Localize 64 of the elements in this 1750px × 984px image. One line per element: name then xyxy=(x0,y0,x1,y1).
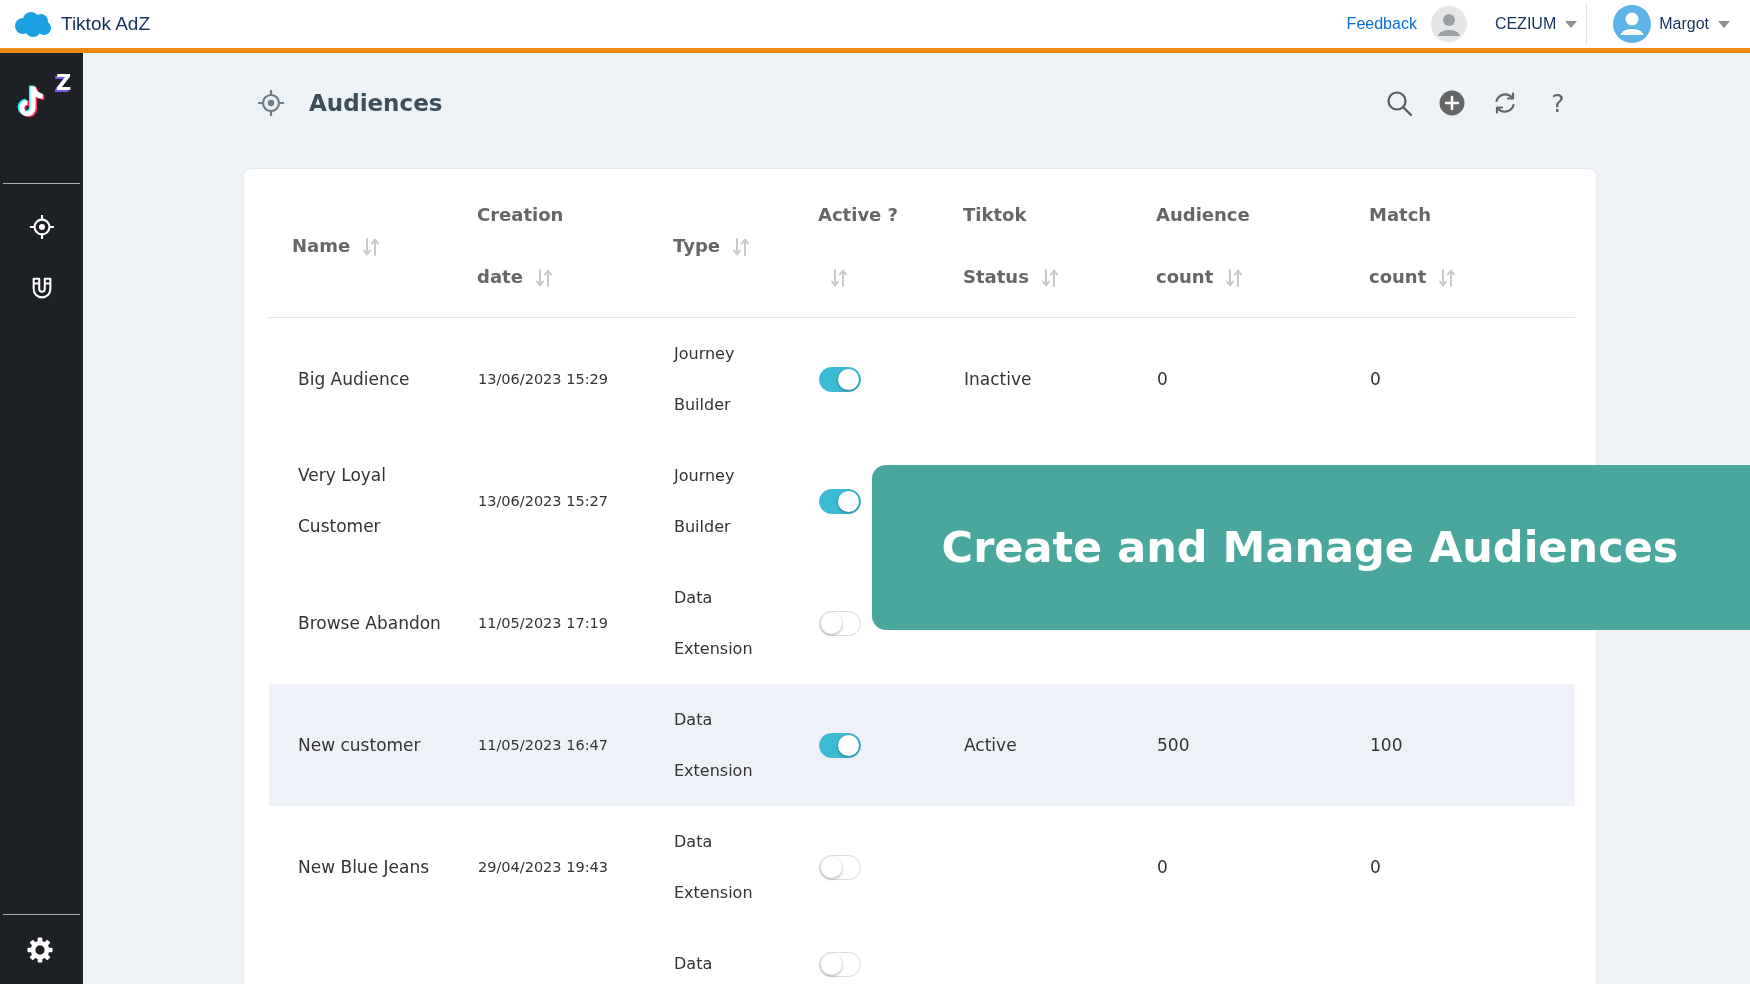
sort-icon[interactable] xyxy=(1439,268,1456,288)
sort-icon[interactable] xyxy=(1041,268,1058,288)
search-icon[interactable] xyxy=(1386,90,1412,116)
creation-date: 29/04/2023 19:43 xyxy=(478,858,608,875)
caret-icon[interactable] xyxy=(1717,19,1731,29)
column-header[interactable]: Name xyxy=(292,215,380,277)
audience-type: Data Extension xyxy=(674,587,753,660)
creation-date: 11/05/2023 17:19 xyxy=(478,614,608,631)
creation-date: 13/06/2023 15:29 xyxy=(478,370,608,387)
column-header[interactable]: Audience count xyxy=(1156,184,1286,308)
settings-icon[interactable] xyxy=(26,937,53,963)
audience-count: 500 xyxy=(1157,734,1190,755)
refresh-icon[interactable] xyxy=(1492,90,1518,116)
toggle-switch[interactable] xyxy=(819,611,861,636)
match-count: 0 xyxy=(1370,368,1381,389)
org-name[interactable]: CEZIUM xyxy=(1490,12,1557,36)
audience-name: Big Audience xyxy=(298,367,410,391)
column-header[interactable]: Tiktok Status xyxy=(963,184,1073,308)
help-button[interactable]: ? xyxy=(1545,90,1571,116)
status-text: Active xyxy=(964,734,1017,755)
match-count: 100 xyxy=(1370,734,1403,755)
sort-icon[interactable] xyxy=(363,237,380,257)
user-name[interactable]: Margot xyxy=(1659,12,1709,36)
match-count: 0 xyxy=(1370,856,1381,877)
sort-icon[interactable] xyxy=(535,268,552,288)
feedback-link[interactable]: Feedback xyxy=(1346,12,1417,36)
promo-banner: Create and Manage Audiences xyxy=(872,465,1750,630)
audience-name: New customer xyxy=(298,733,421,757)
toggle-switch[interactable] xyxy=(819,733,861,758)
column-header[interactable]: Creation date xyxy=(477,184,597,308)
column-header[interactable]: Type xyxy=(673,215,749,277)
user-avatar-icon[interactable] xyxy=(1613,5,1652,43)
toggle-switch[interactable] xyxy=(819,367,861,392)
sort-icon[interactable] xyxy=(1226,268,1243,288)
creation-date: 11/05/2023 16:47 xyxy=(478,736,608,753)
audience-type: Journey Builder xyxy=(674,343,735,416)
logo-text: Z xyxy=(56,73,72,94)
table-row[interactable]: New customer 11/05/2023 16:47 Data Extension Active 500 100 xyxy=(269,684,1575,806)
audience-name: Browse Abandon xyxy=(298,611,441,635)
target-icon xyxy=(257,89,285,117)
toggle-switch[interactable] xyxy=(819,855,861,880)
status-text: Inactive xyxy=(964,368,1032,389)
audience-name: New Blue Jeans xyxy=(298,855,430,879)
column-header[interactable]: Match count xyxy=(1369,184,1479,308)
app-title: Tiktok AdZ xyxy=(61,11,151,36)
creation-date: 13/06/2023 15:27 xyxy=(478,492,608,509)
target-icon[interactable] xyxy=(28,214,55,240)
plus-icon[interactable] xyxy=(1439,90,1465,116)
audience-type: Journey Builder xyxy=(674,465,735,538)
audience-type: Data Extension xyxy=(674,831,753,904)
audience-name: Very Loyal Customer xyxy=(298,464,387,538)
cloud-icon xyxy=(12,10,52,38)
audience-type: Data Extension xyxy=(674,709,753,782)
audience-count: 0 xyxy=(1157,856,1168,877)
audience-count: 0 xyxy=(1157,368,1168,389)
column-header[interactable]: Active ? xyxy=(818,184,913,308)
avatar-icon[interactable] xyxy=(1430,6,1467,42)
caret-icon[interactable] xyxy=(1564,19,1579,29)
sort-icon[interactable] xyxy=(831,268,847,288)
page-title: Audiences xyxy=(309,88,443,118)
toggle-switch[interactable] xyxy=(819,489,861,514)
toggle-switch[interactable] xyxy=(819,951,861,977)
sort-icon[interactable] xyxy=(732,237,749,257)
audience-type: Data xyxy=(674,953,713,975)
